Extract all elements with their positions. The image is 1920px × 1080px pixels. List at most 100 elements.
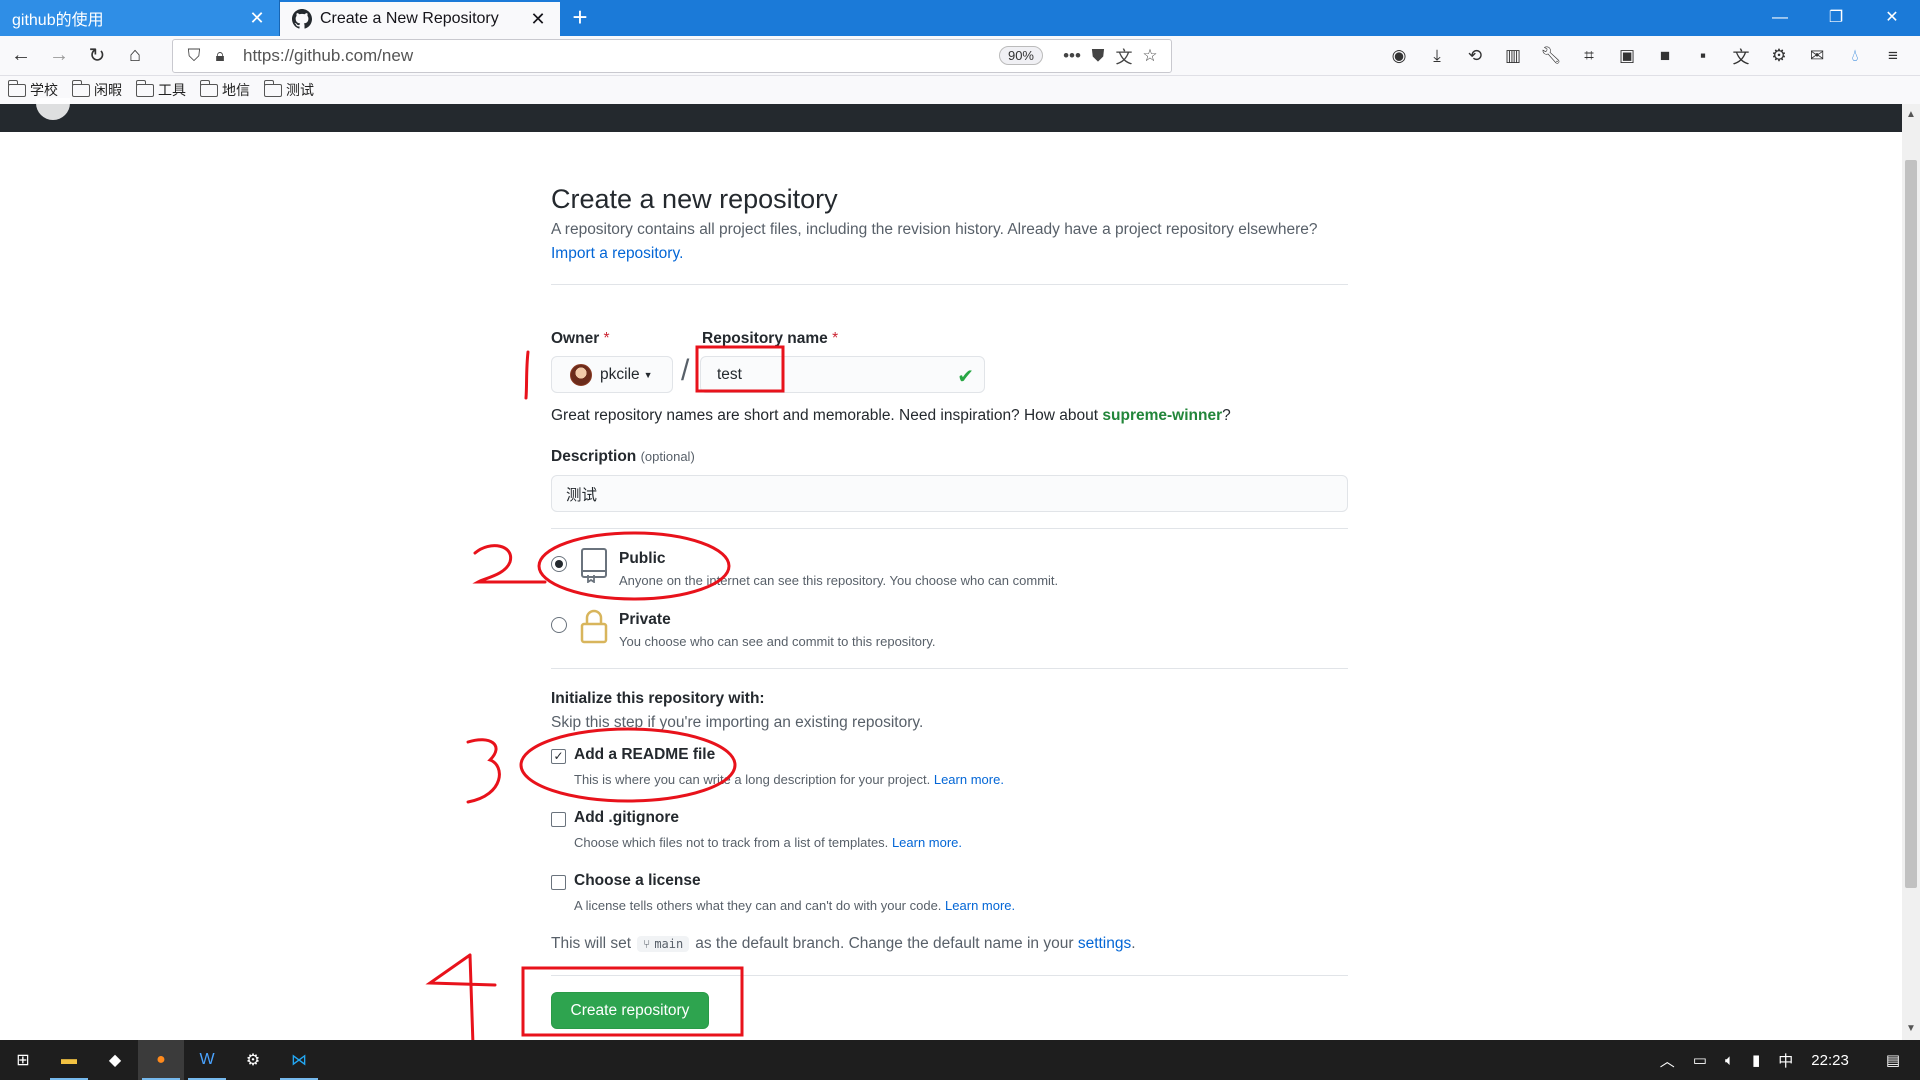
- initialize-title: Initialize this repository with:: [551, 690, 765, 707]
- divider: [551, 975, 1348, 976]
- close-icon[interactable]: ✕: [247, 8, 267, 28]
- bookmark-folder[interactable]: 学校: [7, 79, 58, 100]
- github-logo-icon[interactable]: [36, 98, 70, 120]
- download-icon[interactable]: ⤓: [1418, 41, 1456, 71]
- new-tab-button[interactable]: +: [560, 0, 600, 36]
- name-suggestion-link[interactable]: supreme-winner: [1102, 407, 1222, 424]
- private-radio[interactable]: [551, 617, 567, 633]
- public-option-title: Public: [619, 550, 666, 567]
- owner-dropdown[interactable]: pkcile ▼: [551, 356, 673, 393]
- import-repository-link[interactable]: Import a repository.: [551, 245, 683, 263]
- description-input[interactable]: 测试: [551, 475, 1348, 512]
- gitignore-checkbox[interactable]: [551, 812, 566, 827]
- create-repository-button[interactable]: Create repository: [551, 992, 709, 1029]
- ime-indicator[interactable]: 中: [1778, 1050, 1793, 1071]
- learn-more-link[interactable]: Learn more.: [945, 898, 1015, 913]
- license-checkbox[interactable]: [551, 875, 566, 890]
- close-icon[interactable]: ✕: [528, 9, 548, 29]
- scroll-up-icon[interactable]: ▲: [1902, 106, 1920, 124]
- zoom-level-badge[interactable]: 90%: [998, 46, 1043, 65]
- divider: [551, 528, 1348, 529]
- scroll-thumb[interactable]: [1905, 160, 1917, 888]
- git-branch-icon: ⑂: [643, 937, 651, 951]
- repository-name-input[interactable]: test ✔: [700, 356, 985, 393]
- gitignore-option-title: Add .gitignore: [574, 809, 680, 826]
- profile-avatar-icon[interactable]: ◉: [1380, 41, 1418, 71]
- forward-arrow-icon[interactable]: →: [42, 40, 76, 72]
- annotation-circle-readme: [519, 727, 737, 803]
- lock-icon[interactable]: 🔒︎: [207, 46, 233, 66]
- network-icon[interactable]: ▭: [1693, 1051, 1707, 1069]
- settings-link[interactable]: settings: [1078, 935, 1131, 953]
- windows-start-icon[interactable]: ⊞: [0, 1040, 46, 1080]
- settings-gear-icon[interactable]: ⚙: [230, 1040, 276, 1080]
- lock-icon: [580, 609, 608, 644]
- app-icon[interactable]: ◆: [92, 1040, 138, 1080]
- notification-icon[interactable]: ▤: [1886, 1051, 1900, 1069]
- menu-icon[interactable]: ≡: [1874, 41, 1912, 71]
- folder-icon: [263, 79, 282, 97]
- private-option-description: You choose who can see and commit to thi…: [619, 634, 936, 649]
- readme-option-description: This is where you can write a long descr…: [574, 772, 1004, 787]
- firefox-icon[interactable]: ●: [138, 1040, 184, 1080]
- annotation-number-3: [466, 738, 501, 804]
- translate-icon[interactable]: 文: [1111, 43, 1137, 68]
- writer-icon[interactable]: W: [184, 1040, 230, 1080]
- readme-option-title: Add a README file: [574, 746, 716, 763]
- notification-extension-icon[interactable]: ✉: [1798, 41, 1836, 71]
- owner-label: Owner *: [551, 330, 610, 347]
- back-arrow-icon[interactable]: ←: [4, 40, 38, 72]
- clock[interactable]: 22:23: [1811, 1052, 1849, 1069]
- bookmark-folder[interactable]: 闲暇: [71, 79, 122, 100]
- more-actions-icon[interactable]: •••: [1059, 46, 1085, 66]
- drop-icon[interactable]: 💧︎: [1836, 41, 1874, 71]
- shield-icon[interactable]: ⛉: [181, 46, 207, 66]
- home-icon[interactable]: ⌂: [118, 40, 152, 72]
- wrench-icon[interactable]: 🔧︎: [1532, 41, 1570, 71]
- tab-title: github的使用: [12, 12, 104, 29]
- readme-checkbox[interactable]: ✓: [551, 749, 566, 764]
- bookmark-folder[interactable]: 地信: [199, 79, 250, 100]
- browser-nav-bar: ← → ↻ ⌂ ⛉ 🔒︎ https://github.com/new 90% …: [0, 36, 1920, 76]
- translate-extension-icon[interactable]: 文: [1722, 41, 1760, 71]
- description-value: 测试: [566, 486, 598, 504]
- bookmark-folder[interactable]: 工具: [135, 79, 186, 100]
- history-icon[interactable]: ⟲: [1456, 41, 1494, 71]
- url-bar[interactable]: ⛉ 🔒︎ https://github.com/new 90% ••• ⛊ 文 …: [172, 38, 1172, 73]
- page-title: Create a new repository: [551, 184, 838, 214]
- chevron-up-icon[interactable]: ︿: [1660, 1050, 1675, 1071]
- sidebar-icon[interactable]: ▥: [1494, 41, 1532, 71]
- pocket-icon[interactable]: ⛊: [1085, 46, 1111, 66]
- private-option-title: Private: [619, 611, 671, 628]
- restore-button[interactable]: ❐: [1808, 0, 1864, 36]
- folder-icon: [199, 79, 218, 97]
- file-explorer-icon[interactable]: ▬: [46, 1040, 92, 1080]
- learn-more-link[interactable]: Learn more.: [934, 772, 1004, 787]
- gear-extension-icon[interactable]: ⚙: [1760, 41, 1798, 71]
- bookmark-star-icon[interactable]: ☆: [1137, 46, 1163, 66]
- initialize-subtitle: Skip this step if you're importing an ex…: [551, 714, 924, 731]
- vscode-icon[interactable]: ⋈: [276, 1040, 322, 1080]
- tab-create-repository[interactable]: Create a New Repository ✕: [280, 0, 560, 36]
- battery-icon[interactable]: ▮: [1752, 1051, 1760, 1069]
- required-mark: *: [603, 330, 610, 347]
- reader-icon[interactable]: ▣: [1608, 41, 1646, 71]
- page-scrollbar[interactable]: ▲ ▼: [1902, 104, 1920, 1040]
- reload-icon[interactable]: ↻: [80, 40, 114, 72]
- caret-down-icon: ▼: [643, 369, 653, 380]
- scroll-down-icon[interactable]: ▼: [1902, 1020, 1920, 1038]
- extension-icon[interactable]: ■: [1646, 41, 1684, 71]
- public-radio[interactable]: [551, 556, 567, 572]
- window-close-button[interactable]: ✕: [1864, 0, 1920, 36]
- learn-more-link[interactable]: Learn more.: [892, 835, 962, 850]
- url-text[interactable]: https://github.com/new: [233, 46, 999, 66]
- extension-l-icon[interactable]: ▪: [1684, 41, 1722, 71]
- volume-muted-icon[interactable]: 🔈︎: [1725, 1052, 1734, 1069]
- repository-name-label: Repository name *: [702, 330, 839, 347]
- tab-github-usage[interactable]: github的使用 ✕: [0, 0, 280, 36]
- repository-name-hint: Great repository names are short and mem…: [551, 407, 1231, 424]
- folder-icon: [71, 79, 90, 97]
- minimize-button[interactable]: —: [1752, 0, 1808, 36]
- bookmark-folder[interactable]: 测试: [263, 79, 314, 100]
- crop-icon[interactable]: ⌗: [1570, 41, 1608, 71]
